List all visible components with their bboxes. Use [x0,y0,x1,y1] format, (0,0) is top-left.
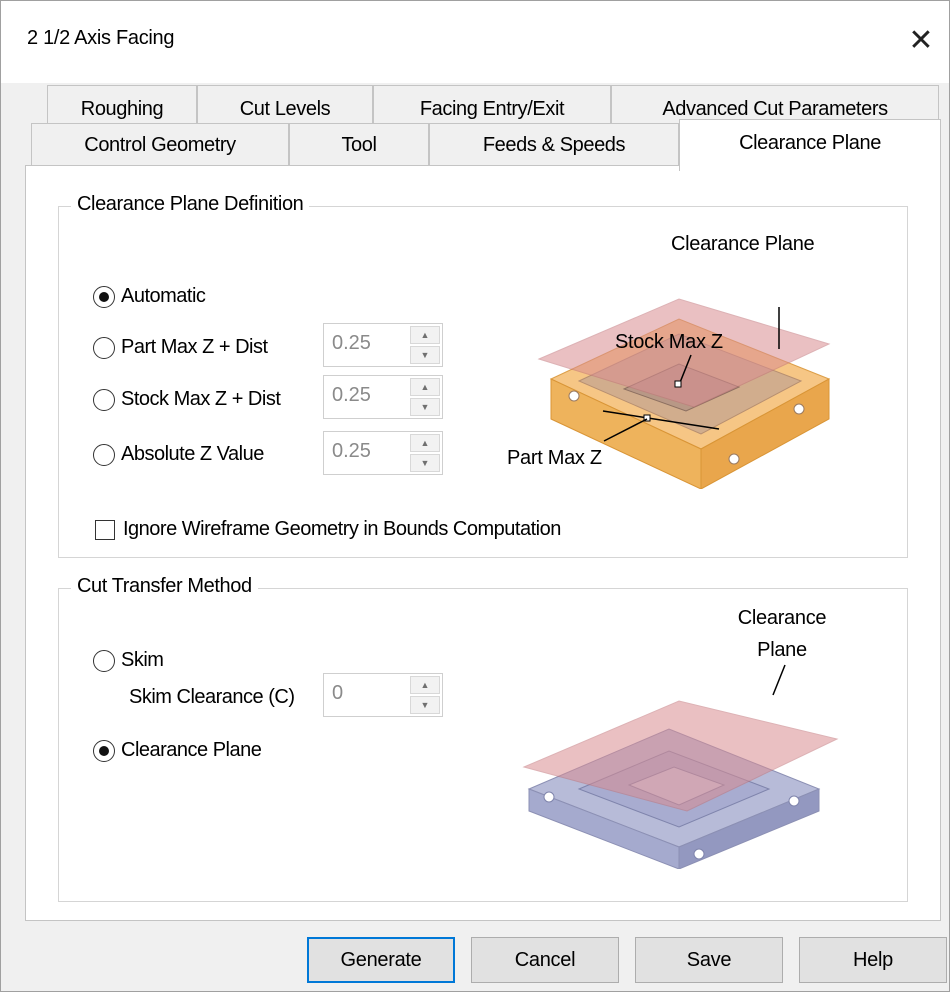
tab-panel-clearance-plane: Clearance Plane Definition Automatic Par… [25,165,941,921]
radio-label: Stock Max Z + Dist [121,388,281,410]
dialog-window: 2 1/2 Axis Facing ✕ Roughing Cut Levels … [0,0,950,992]
spinbox-value[interactable]: 0.25 [332,332,371,355]
radio-part-max-z[interactable]: Part Max Z + Dist [93,336,268,359]
spin-down-icon[interactable]: ▼ [410,454,440,472]
tab-clearance-plane[interactable]: Clearance Plane [679,119,941,171]
radio-indicator[interactable] [93,388,115,411]
spin-down-icon[interactable]: ▼ [410,398,440,416]
stock-max-z-spinbox[interactable]: 0.25 ▲ ▼ [323,375,443,419]
tab-control-geometry[interactable]: Control Geometry [31,123,289,167]
illus-clearance-plane-label: Clearance Plane [671,233,815,255]
radio-label: Part Max Z + Dist [121,336,268,358]
checkbox-box[interactable] [95,519,115,540]
spin-up-icon[interactable]: ▲ [410,378,440,396]
skim-clearance-label: Skim Clearance (C) [129,686,295,709]
group-title: Cut Transfer Method [71,575,258,598]
radio-clearance-plane[interactable]: Clearance Plane [93,739,262,762]
group-title: Clearance Plane Definition [71,193,310,216]
spinbox-value[interactable]: 0 [332,682,343,705]
radio-stock-max-z[interactable]: Stock Max Z + Dist [93,388,281,411]
radio-automatic[interactable]: Automatic [93,285,206,308]
radio-label: Clearance Plane [121,739,262,761]
spinbox-value[interactable]: 0.25 [332,440,371,463]
title-bar: 2 1/2 Axis Facing ✕ [1,1,949,83]
illus-part-max-z-label: Part Max Z [507,447,602,469]
part-max-z-spinbox[interactable]: 0.25 ▲ ▼ [323,323,443,367]
dialog-title: 2 1/2 Axis Facing [27,27,175,49]
illus-clearance-plane-line1: Clearance [737,607,827,629]
close-icon[interactable]: ✕ [899,19,943,63]
cut-transfer-method-group: Cut Transfer Method Skim Skim Clearance … [58,575,908,902]
illus-stock-max-z-label: Stock Max Z [615,331,723,353]
spin-up-icon[interactable]: ▲ [410,326,440,344]
tab-feeds-speeds[interactable]: Feeds & Speeds [429,123,679,167]
spin-up-icon[interactable]: ▲ [410,676,440,694]
radio-indicator[interactable] [93,739,115,762]
radio-label: Skim [121,649,164,671]
radio-indicator[interactable] [93,443,115,466]
radio-indicator[interactable] [93,336,115,359]
radio-label: Automatic [121,285,206,307]
absolute-z-spinbox[interactable]: 0.25 ▲ ▼ [323,431,443,475]
cancel-button[interactable]: Cancel [471,937,619,983]
radio-indicator[interactable] [93,285,115,308]
spin-down-icon[interactable]: ▼ [410,346,440,364]
radio-skim[interactable]: Skim [93,649,164,672]
spinbox-value[interactable]: 0.25 [332,384,371,407]
skim-clearance-spinbox[interactable]: 0 ▲ ▼ [323,673,443,717]
generate-button[interactable]: Generate [307,937,455,983]
help-button[interactable]: Help [799,937,947,983]
illus-clearance-plane-line2: Plane [757,639,807,661]
radio-indicator[interactable] [93,649,115,672]
cut-transfer-illustration [522,664,839,869]
clearance-plane-definition-group: Clearance Plane Definition Automatic Par… [58,193,908,558]
radio-label: Absolute Z Value [121,443,264,465]
tab-tool[interactable]: Tool [289,123,429,167]
ignore-wireframe-checkbox[interactable]: Ignore Wireframe Geometry in Bounds Comp… [95,518,561,541]
save-button[interactable]: Save [635,937,783,983]
checkbox-label: Ignore Wireframe Geometry in Bounds Comp… [123,518,561,540]
spin-up-icon[interactable]: ▲ [410,434,440,452]
spin-down-icon[interactable]: ▼ [410,696,440,714]
label-text: Skim Clearance (C) [129,686,295,708]
radio-absolute-z[interactable]: Absolute Z Value [93,443,264,466]
